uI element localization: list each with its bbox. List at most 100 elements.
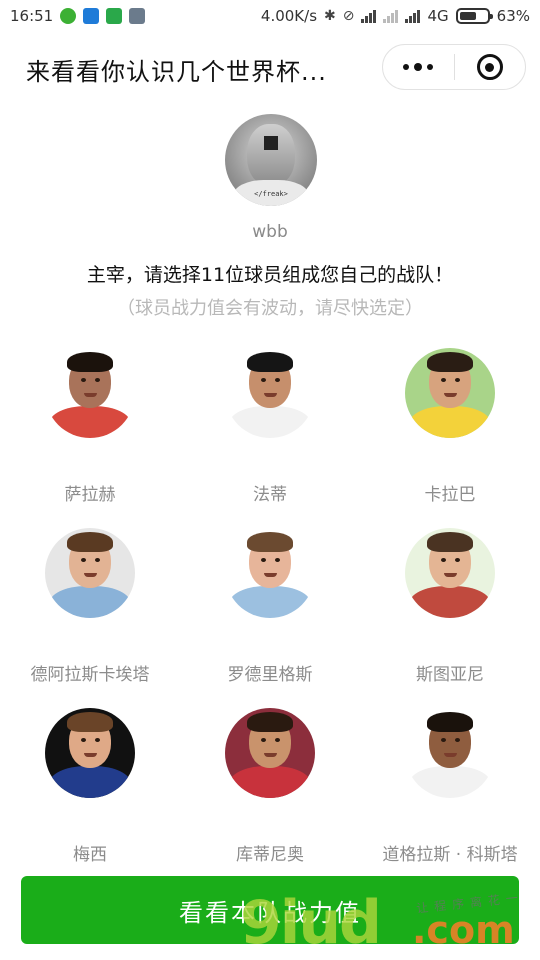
player-card[interactable]: 斯图亚尼 <box>360 528 540 708</box>
page-title: 来看看你认识几个世界杯... <box>26 58 327 86</box>
portrait-eye <box>275 378 280 382</box>
signal-icon <box>383 9 399 23</box>
instruction-text: 主宰，请选择11位球员组成您自己的战队！ <box>86 264 454 286</box>
player-avatar[interactable] <box>45 708 135 798</box>
portrait-mouth <box>264 393 277 397</box>
portrait-eye <box>455 378 460 382</box>
portrait-mouth <box>84 393 97 397</box>
portrait-hair <box>247 712 293 732</box>
status-bar: 16:51 4.00K/s ✱ ⊘ 4G 63% <box>0 0 540 32</box>
portrait-shirt <box>409 766 491 798</box>
portrait-mouth <box>264 573 277 577</box>
portrait-eye <box>261 378 266 382</box>
portrait-shirt <box>49 406 131 438</box>
portrait-mouth <box>444 573 457 577</box>
portrait-hair <box>427 532 473 552</box>
portrait-eye <box>95 738 100 742</box>
title-bar: 来看看你认识几个世界杯... <box>0 32 540 102</box>
portrait-shirt <box>229 406 311 438</box>
portrait-hair <box>427 712 473 732</box>
player-card[interactable]: 萨拉赫 <box>0 348 180 528</box>
portrait-shirt <box>409 406 491 438</box>
player-name: 萨拉赫 <box>64 485 116 505</box>
portrait-eye <box>81 558 86 562</box>
portrait-mouth <box>84 573 97 577</box>
portrait-hair <box>247 352 293 372</box>
portrait-eye <box>81 738 86 742</box>
portrait-eye <box>95 558 100 562</box>
player-name: 卡拉巴 <box>424 485 476 505</box>
portrait-shirt <box>229 766 311 798</box>
player-avatar[interactable] <box>225 708 315 798</box>
portrait-shirt <box>49 766 131 798</box>
player-avatar[interactable] <box>405 528 495 618</box>
player-card[interactable]: 梅西 <box>0 708 180 888</box>
status-right: 4.00K/s ✱ ⊘ 4G 63% <box>261 7 530 25</box>
portrait-shirt <box>229 586 311 618</box>
portrait-mouth <box>444 393 457 397</box>
player-name: 梅西 <box>73 845 107 865</box>
player-card[interactable]: 库蒂尼奥 <box>180 708 360 888</box>
avatar-tag: </freak> <box>254 190 288 198</box>
view-team-power-button[interactable]: 看看本队战力值 <box>21 876 519 944</box>
status-time: 16:51 <box>10 7 54 25</box>
player-card[interactable]: 道格拉斯 · 科斯塔 <box>360 708 540 888</box>
player-avatar[interactable] <box>405 348 495 438</box>
player-card[interactable]: 法蒂 <box>180 348 360 528</box>
user-name: wbb <box>252 222 288 242</box>
portrait-eye <box>275 738 280 742</box>
app-icon <box>129 8 146 24</box>
portrait-shirt <box>409 586 491 618</box>
signal-icon <box>405 9 421 23</box>
player-name: 法蒂 <box>253 485 287 505</box>
battery-text: 63% <box>496 7 530 25</box>
close-target-icon[interactable] <box>455 45 526 89</box>
player-avatar[interactable] <box>225 348 315 438</box>
portrait-eye <box>95 378 100 382</box>
player-name: 道格拉斯 · 科斯塔 <box>382 845 518 865</box>
app-icon <box>106 8 123 24</box>
player-card[interactable]: 德阿拉斯卡埃塔 <box>0 528 180 708</box>
portrait-eye <box>81 378 86 382</box>
portrait-hair <box>247 532 293 552</box>
player-name: 罗德里格斯 <box>227 665 313 685</box>
portrait-hair <box>67 352 113 372</box>
player-card[interactable]: 罗德里格斯 <box>180 528 360 708</box>
app-icon <box>83 8 100 24</box>
portrait-eye <box>275 558 280 562</box>
portrait-mouth <box>444 753 457 757</box>
portrait-hair <box>67 532 113 552</box>
status-left: 16:51 <box>10 7 146 25</box>
portrait-eye <box>441 378 446 382</box>
player-name: 斯图亚尼 <box>416 665 484 685</box>
player-avatar[interactable] <box>45 348 135 438</box>
portrait-eye <box>261 558 266 562</box>
player-avatar[interactable] <box>405 708 495 798</box>
portrait-eye <box>441 558 446 562</box>
wechat-icon <box>60 8 77 24</box>
net-speed: 4.00K/s <box>260 7 318 25</box>
mini-program-capsule <box>382 44 526 90</box>
portrait-hair <box>67 712 113 732</box>
battery-icon <box>455 8 493 24</box>
portrait-eye <box>261 738 266 742</box>
more-dots-icon[interactable] <box>383 45 454 89</box>
portrait-shirt <box>49 586 131 618</box>
portrait-hair <box>427 352 473 372</box>
player-card[interactable]: 卡拉巴 <box>360 348 540 528</box>
bluetooth-icon: ✱ <box>324 8 336 24</box>
battery-fill <box>459 12 477 20</box>
portrait-eye <box>455 558 460 562</box>
network-type: 4G <box>427 7 449 25</box>
player-avatar[interactable] <box>225 528 315 618</box>
portrait-eye <box>441 738 446 742</box>
portrait-mouth <box>84 753 97 757</box>
signal-icon <box>361 9 377 23</box>
mute-icon: ⊘ <box>342 8 355 24</box>
hint-text: （球员战力值会有波动，请尽快选定） <box>117 298 423 319</box>
player-name: 德阿拉斯卡埃塔 <box>30 665 150 685</box>
player-avatar[interactable] <box>45 528 135 618</box>
portrait-eye <box>455 738 460 742</box>
user-avatar: </freak> <box>225 114 317 206</box>
player-name: 库蒂尼奥 <box>236 845 304 865</box>
